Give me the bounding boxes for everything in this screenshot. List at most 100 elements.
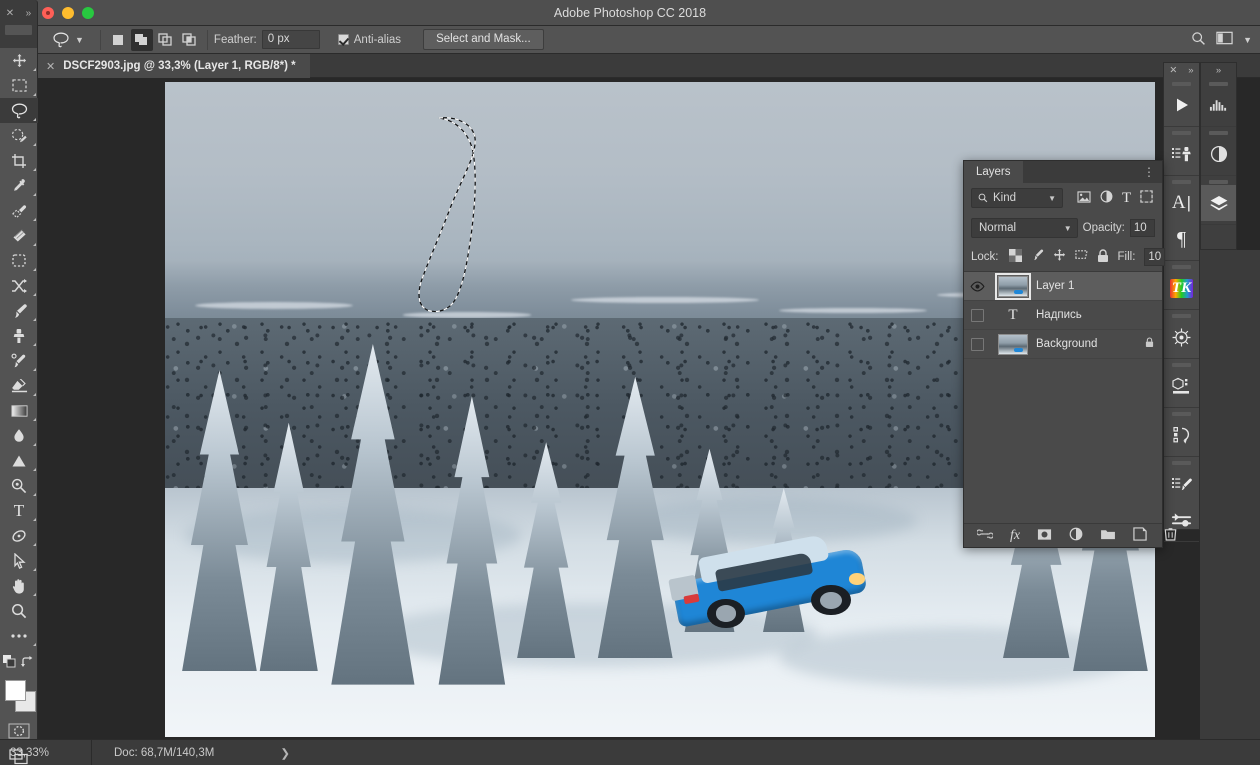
type-tool[interactable]: T (0, 498, 38, 523)
layer-visibility-toggle[interactable] (964, 337, 990, 351)
move-tool[interactable] (0, 48, 38, 73)
dock-header[interactable]: ✕ » (1164, 63, 1199, 78)
opacity-input[interactable]: 10 (1129, 219, 1155, 237)
layer-thumbnail[interactable] (990, 333, 1036, 355)
feather-input[interactable]: 0 px (261, 30, 320, 49)
default-colors-icon[interactable] (2, 655, 16, 671)
layer-visibility-toggle[interactable] (964, 281, 990, 292)
new-layer-button[interactable] (1133, 527, 1147, 544)
status-bar[interactable]: 33,33% Doc: 68,7M/140,3M ❯ (0, 739, 1260, 765)
patch-tool[interactable] (0, 223, 38, 248)
blur-tool[interactable] (0, 423, 38, 448)
layers-panel-tab-bar[interactable]: Layers ⋮ (964, 161, 1162, 183)
layer-name[interactable]: Background (1036, 338, 1145, 350)
crop-tool[interactable] (0, 148, 38, 173)
ship-wheel-panel-icon[interactable] (1164, 319, 1199, 355)
filter-type-layers-icon[interactable]: T (1122, 190, 1131, 207)
filter-shape-layers-icon[interactable] (1140, 190, 1153, 206)
tools-panel[interactable]: T (0, 26, 38, 765)
layer-visibility-toggle[interactable] (964, 308, 990, 322)
double-chevron-icon[interactable]: » (1216, 65, 1221, 76)
new-selection-button[interactable] (107, 29, 129, 51)
brush-tool[interactable] (0, 298, 38, 323)
swap-colors-icon[interactable] (21, 655, 34, 671)
icon-dock-secondary[interactable]: » (1200, 62, 1237, 250)
options-bar[interactable]: ▼ Feather: 0 px Anti-alias Select and Ma… (38, 26, 1260, 54)
selection-mode-group[interactable] (107, 28, 201, 51)
close-button[interactable] (42, 7, 54, 19)
filter-pixel-layers-icon[interactable] (1077, 190, 1091, 206)
pen-tool[interactable] (0, 473, 38, 498)
filter-type-buttons[interactable]: T (1077, 190, 1153, 207)
icon-dock-primary[interactable]: ✕ » A | ¶ TK (1163, 62, 1200, 542)
panel-menu-icon[interactable]: ⋮ (1143, 165, 1156, 179)
lock-position-icon[interactable] (1053, 249, 1066, 265)
layer-name[interactable]: Layer 1 (1036, 280, 1162, 292)
shuffle-tool[interactable] (0, 273, 38, 298)
screen-mode-button[interactable] (0, 744, 38, 765)
lasso-tool[interactable] (0, 98, 38, 123)
fill-input[interactable]: 10 (1144, 248, 1166, 266)
layers-filter-row[interactable]: Kind ▼ T (964, 183, 1162, 213)
zoom-button[interactable] (82, 7, 94, 19)
chevron-down-icon[interactable]: ▼ (1064, 224, 1072, 233)
path-selection-tool[interactable] (0, 523, 38, 548)
tk-actions-panel-icon[interactable]: TK (1164, 270, 1199, 306)
eye-off-icon[interactable] (970, 308, 984, 322)
paragraph-panel-icon[interactable]: ¶ (1164, 221, 1199, 257)
close-icon[interactable]: ✕ (1169, 65, 1177, 76)
layer-name[interactable]: Надпись (1036, 309, 1162, 321)
zoom-tool[interactable] (0, 598, 38, 623)
new-group-button[interactable] (1100, 528, 1116, 543)
layer-thumbnail[interactable] (990, 272, 1036, 300)
layers-panel[interactable]: Layers ⋮ Kind ▼ T Normal ▼ Opacity: 10 L… (963, 160, 1177, 548)
document-tab-bar[interactable]: ✕ DSCF2903.jpg @ 33,3% (Layer 1, RGB/8*)… (38, 54, 1260, 78)
clone-stamp-tool[interactable] (0, 323, 38, 348)
chevron-down-icon[interactable]: ▼ (1048, 194, 1056, 203)
3d-panel-icon[interactable] (1164, 368, 1199, 404)
spot-healing-brush-tool[interactable] (0, 198, 38, 223)
double-chevron-icon[interactable]: » (26, 8, 32, 19)
lock-row[interactable]: Lock: Fill: 10 (964, 243, 1166, 271)
collapsed-panel-dock-left[interactable]: ✕ » (0, 0, 38, 48)
character-panel-icon[interactable]: A | (1164, 185, 1199, 221)
eyedropper-tool[interactable] (0, 173, 38, 198)
document-tab[interactable]: ✕ DSCF2903.jpg @ 33,3% (Layer 1, RGB/8*)… (38, 54, 310, 78)
layer-thumbnail[interactable]: T (990, 307, 1036, 324)
rectangular-marquee-tool[interactable] (0, 73, 38, 98)
link-layers-button[interactable] (976, 529, 994, 542)
eye-off-icon[interactable] (970, 337, 984, 351)
lock-transparent-pixels-icon[interactable] (1008, 249, 1022, 265)
lasso-selection-marquee[interactable] (397, 114, 476, 314)
hand-tool[interactable] (0, 573, 38, 598)
actions-panel-icon[interactable] (1164, 87, 1199, 123)
quick-mask-button[interactable] (0, 718, 38, 744)
add-to-selection-button[interactable] (130, 28, 153, 51)
dodge-tool[interactable] (0, 448, 38, 473)
tool-presets-panel-icon[interactable] (1164, 136, 1199, 172)
close-icon[interactable]: ✕ (46, 60, 55, 73)
direct-selection-tool[interactable] (0, 548, 38, 573)
lock-all-icon[interactable] (1097, 248, 1109, 266)
history-brush-tool[interactable] (0, 348, 38, 373)
tool-preset-picker[interactable]: ▼ (46, 32, 94, 48)
lock-artboard-nesting-icon[interactable] (1074, 249, 1088, 265)
layer-row-layer-1[interactable]: Layer 1 (964, 272, 1162, 301)
search-icon[interactable] (1191, 31, 1206, 49)
status-expand-arrow-icon[interactable]: ❯ (280, 746, 290, 760)
layer-row-nadpis[interactable]: T Надпись (964, 301, 1162, 330)
adjustments-panel-icon[interactable] (1201, 136, 1236, 172)
eraser-tool[interactable] (0, 373, 38, 398)
add-layer-mask-button[interactable] (1037, 528, 1052, 544)
gradient-tool[interactable] (0, 398, 38, 423)
foreground-color-swatch[interactable] (5, 680, 26, 701)
layers-panel-bottom-bar[interactable]: fx (964, 523, 1177, 547)
edit-toolbar-button[interactable] (0, 623, 38, 648)
dock-header[interactable]: » (1201, 63, 1236, 78)
select-and-mask-button[interactable]: Select and Mask... (423, 29, 544, 50)
blend-mode-dropdown[interactable]: Normal ▼ (971, 218, 1078, 238)
color-swatches[interactable] (0, 678, 38, 718)
anti-alias-checkbox[interactable]: Anti-alias (337, 34, 401, 46)
filter-kind-dropdown[interactable]: Kind ▼ (971, 188, 1063, 208)
delete-layer-button[interactable] (1164, 527, 1177, 544)
